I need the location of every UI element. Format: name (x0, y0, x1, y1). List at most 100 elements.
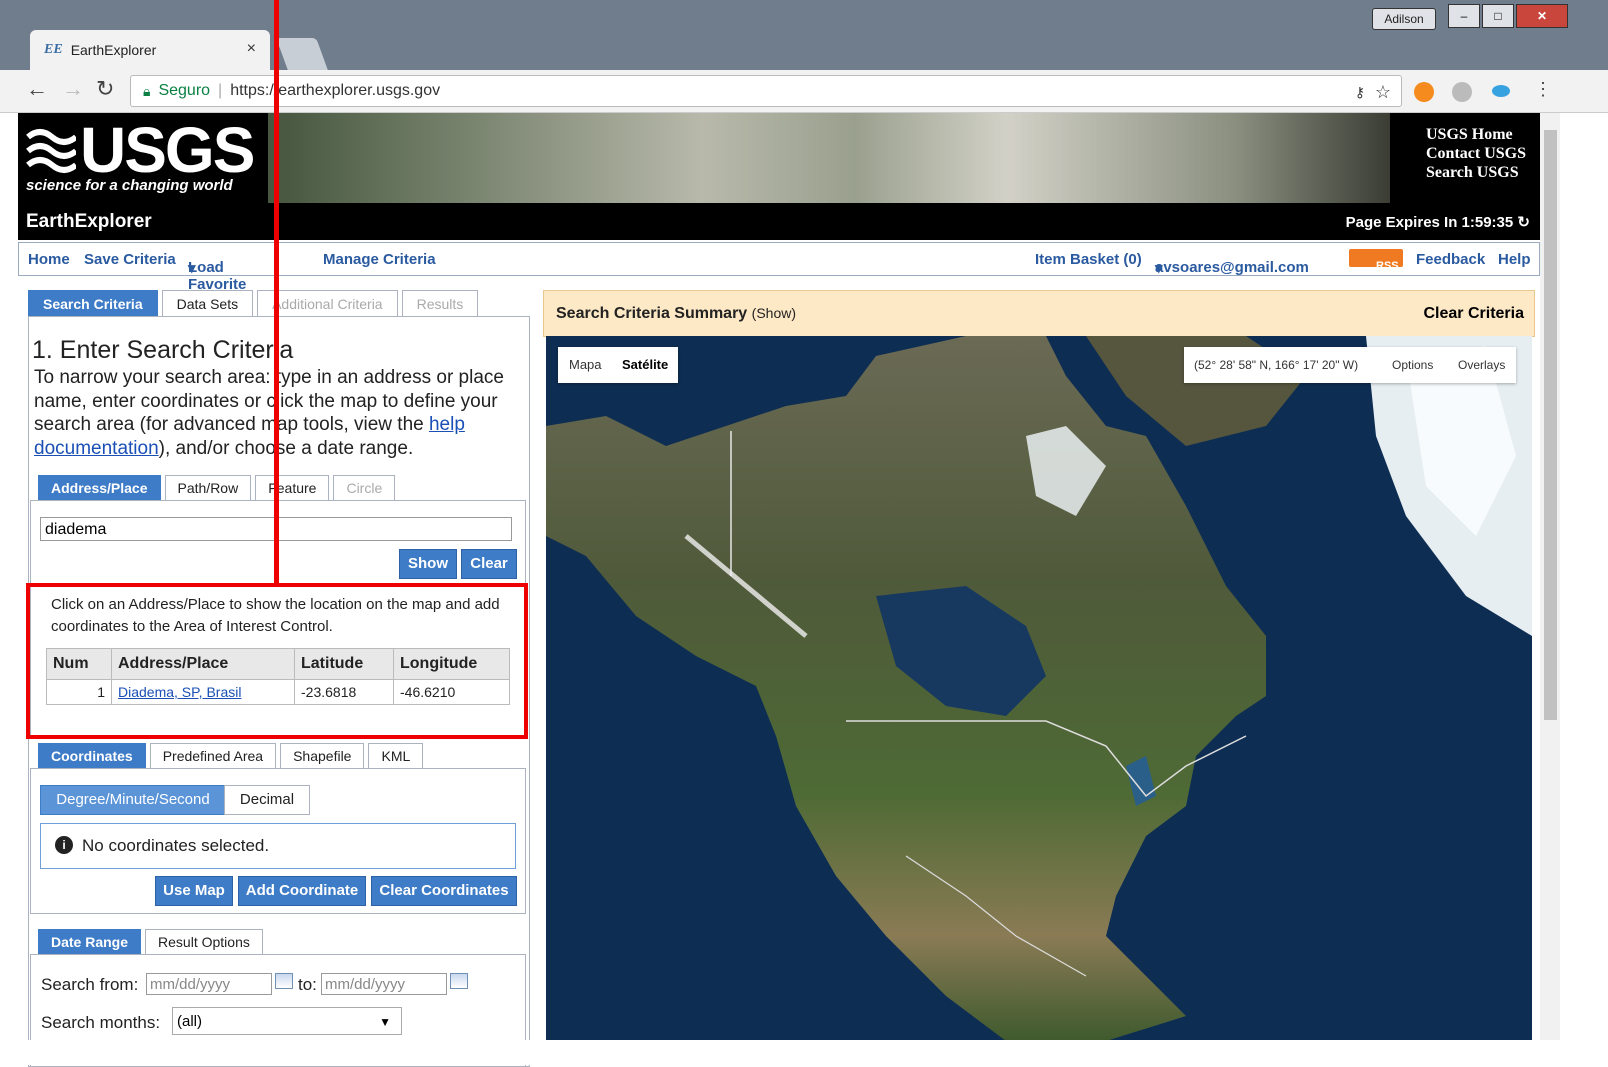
menu-manage-criteria[interactable]: Manage Criteria (323, 251, 436, 268)
chevron-down-icon: ▾ (1155, 260, 1163, 277)
usgs-logo-text: USGS (80, 114, 255, 186)
summary-title: Search Criteria Summary (Show) (556, 305, 796, 323)
map-type-control: Mapa Satélite (558, 347, 678, 383)
tab-feature[interactable]: Feature (255, 475, 330, 500)
usgs-header-banner: USGS science for a changing world USGS H… (18, 113, 1540, 203)
scrollbar-thumb[interactable] (1544, 130, 1557, 720)
tab-shapefile[interactable]: Shapefile (280, 743, 365, 768)
search-criteria-summary: Search Criteria Summary (Show) Clear Cri… (543, 290, 1535, 337)
search-months-select[interactable]: (all) ▼ (172, 1007, 402, 1035)
menu-item-basket[interactable]: Item Basket (0) (1035, 251, 1142, 268)
browser-toolbar: ← → ↻ 🔒︎ Seguro | https://earthexplorer.… (0, 70, 1608, 113)
tab-search-criteria[interactable]: Search Criteria (28, 290, 158, 317)
tab-path-row[interactable]: Path/Row (164, 475, 252, 500)
reload-icon[interactable]: ↻ (96, 76, 114, 102)
earthexplorer-favicon: EE (44, 42, 63, 57)
map-toolbar: (52° 28' 58" N, 166° 17' 20" W) Options … (1184, 347, 1516, 383)
extension-icon[interactable] (1414, 82, 1434, 102)
date-to-label: to: (298, 975, 317, 994)
summary-title-text: Search Criteria Summary (556, 305, 748, 322)
summary-show-link[interactable]: (Show) (752, 305, 796, 321)
star-icon[interactable]: ☆ (1375, 82, 1391, 103)
back-arrow-icon[interactable]: ← (26, 76, 48, 102)
search-usgs-link[interactable]: Search USGS (1426, 163, 1526, 182)
tab-title: EarthExplorer (70, 42, 157, 58)
menu-dots-icon[interactable]: ⋮ (1534, 79, 1552, 100)
browser-tab[interactable]: EE EarthExplorer × (30, 30, 270, 70)
extension-icon-2[interactable] (1452, 82, 1472, 102)
url-separator: | (218, 82, 223, 99)
criteria-tabs: Search Criteria Data Sets Additional Cri… (28, 290, 482, 317)
window-close-icon[interactable]: ✕ (1516, 4, 1568, 28)
refresh-icon[interactable]: ↻ (1517, 214, 1530, 231)
lock-icon: 🔒︎ (143, 82, 151, 99)
chevron-down-icon: ▼ (379, 1015, 391, 1029)
menu-load-favorite-label: Load Favorite (188, 259, 247, 293)
page-left-edge (0, 113, 18, 1040)
secure-label: Seguro (158, 82, 211, 99)
map-view[interactable] (546, 336, 1532, 1041)
rss-label: RSS (1376, 260, 1399, 272)
usgs-links: USGS Home Contact USGS Search USGS (1426, 125, 1526, 182)
no-coordinates-text: No coordinates selected. (82, 836, 270, 855)
key-icon[interactable]: ⚷ (1355, 84, 1365, 101)
menu-save-criteria[interactable]: Save Criteria (84, 251, 176, 268)
contact-usgs-link[interactable]: Contact USGS (1426, 144, 1526, 163)
tab-results[interactable]: Results (401, 290, 479, 317)
window-controls: – □ ✕ (1446, 4, 1568, 28)
usgs-tagline: science for a changing world (26, 177, 233, 194)
maximize-icon[interactable]: □ (1482, 4, 1514, 28)
tab-data-sets[interactable]: Data Sets (161, 290, 254, 317)
chevron-down-icon: ▾ (188, 260, 196, 277)
date-to-input[interactable]: mm/dd/yyyy (321, 973, 447, 995)
clear-criteria-link[interactable]: Clear Criteria (1424, 305, 1525, 323)
tab-coordinates[interactable]: Coordinates (38, 743, 146, 768)
page-expires: Page Expires In 1:59:35 ↻ (1346, 213, 1530, 231)
tab-result-options[interactable]: Result Options (145, 929, 263, 954)
calendar-icon[interactable] (450, 973, 468, 989)
usgs-home-link[interactable]: USGS Home (1426, 125, 1526, 144)
tab-date-range[interactable]: Date Range (38, 929, 142, 954)
map-overlays-button[interactable]: Overlays (1458, 358, 1505, 372)
usgs-logo[interactable]: USGS (26, 114, 255, 186)
app-title-bar: EarthExplorer Page Expires In 1:59:35 ↻ (18, 203, 1540, 240)
minimize-icon[interactable]: – (1448, 4, 1480, 28)
page-bottom-edge (0, 1040, 1608, 1065)
show-button[interactable]: Show (399, 549, 457, 579)
dms-toggle[interactable]: Degree/Minute/Second (40, 785, 226, 815)
main-menu: Home Save Criteria Load Favorite ▾ Manag… (18, 242, 1540, 293)
map-options-button[interactable]: Options (1392, 358, 1433, 372)
clear-coordinates-button[interactable]: Clear Coordinates (371, 876, 517, 906)
calendar-icon[interactable] (275, 973, 293, 989)
coordinate-tabs: Coordinates Predefined Area Shapefile KM… (38, 743, 427, 768)
close-icon[interactable]: × (247, 40, 256, 58)
intro-text-b: ), and/or choose a date range. (158, 437, 414, 459)
map-type-mapa[interactable]: Mapa (569, 357, 602, 372)
highlight-box (26, 583, 528, 739)
cloud-extension-icon[interactable] (1492, 85, 1510, 97)
address-bar[interactable]: 🔒︎ Seguro | https://earthexplorer.usgs.g… (130, 75, 1402, 107)
menu-home[interactable]: Home (28, 251, 70, 268)
rss-icon[interactable]: RSS (1349, 249, 1403, 272)
use-map-button[interactable]: Use Map (155, 876, 233, 906)
search-months-value: (all) (177, 1013, 202, 1030)
menu-feedback[interactable]: Feedback (1416, 251, 1485, 268)
add-coordinate-button[interactable]: Add Coordinate (238, 876, 366, 906)
date-from-input[interactable]: mm/dd/yyyy (146, 973, 272, 995)
section-intro: To narrow your search area: type in an a… (34, 366, 524, 460)
tab-kml[interactable]: KML (368, 743, 424, 768)
section-title: 1. Enter Search Criteria (32, 336, 294, 364)
profile-button[interactable]: Adilson (1372, 8, 1436, 30)
map-type-satellite[interactable]: Satélite (622, 357, 668, 372)
no-coordinates-message: i No coordinates selected. (40, 823, 516, 869)
url-text: https://earthexplorer.usgs.gov (230, 82, 441, 99)
menu-help[interactable]: Help (1498, 251, 1531, 268)
satellite-map-image (546, 336, 1532, 1041)
forward-arrow-icon[interactable]: → (62, 76, 84, 102)
decimal-toggle[interactable]: Decimal (224, 785, 310, 815)
clear-button[interactable]: Clear (461, 549, 517, 579)
map-coordinates-readout: (52° 28' 58" N, 166° 17' 20" W) (1194, 358, 1359, 372)
tab-circle[interactable]: Circle (333, 475, 396, 500)
tab-predefined-area[interactable]: Predefined Area (149, 743, 277, 768)
tab-address-place[interactable]: Address/Place (38, 475, 161, 500)
